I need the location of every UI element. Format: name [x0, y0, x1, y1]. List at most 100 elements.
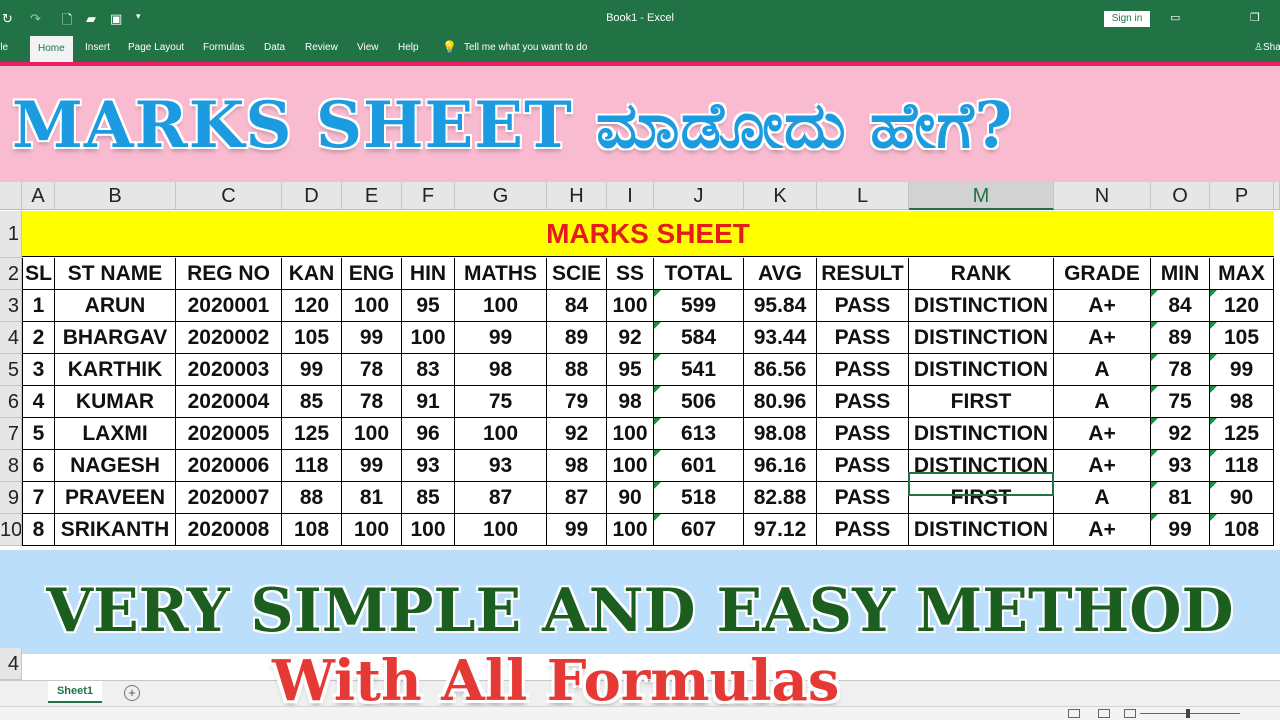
header-cell-i[interactable]: SS [607, 258, 654, 290]
table-cell[interactable]: A+ [1054, 418, 1151, 450]
table-cell[interactable]: 99 [547, 514, 607, 546]
error-indicator-icon[interactable] [1151, 386, 1158, 393]
row-header-1[interactable]: 1 [0, 211, 22, 258]
error-indicator-icon[interactable] [1151, 322, 1158, 329]
table-cell[interactable]: 120 [282, 290, 342, 322]
table-cell[interactable]: 95 [402, 290, 455, 322]
table-cell[interactable]: 100 [607, 418, 654, 450]
table-cell[interactable]: 87 [547, 482, 607, 514]
tell-me-search[interactable]: Tell me what you want to do [464, 42, 587, 53]
table-cell[interactable]: 93 [1151, 450, 1210, 482]
table-cell[interactable]: A+ [1054, 450, 1151, 482]
table-cell[interactable]: NAGESH [55, 450, 176, 482]
table-cell[interactable]: 100 [402, 322, 455, 354]
table-cell[interactable]: 2020003 [176, 354, 282, 386]
table-cell[interactable]: A [1054, 386, 1151, 418]
table-cell[interactable]: 89 [1151, 322, 1210, 354]
table-cell[interactable]: PASS [817, 450, 909, 482]
error-indicator-icon[interactable] [1210, 354, 1217, 361]
table-cell[interactable]: 97.12 [744, 514, 817, 546]
table-cell[interactable]: 7 [22, 482, 55, 514]
select-all-corner[interactable] [0, 182, 22, 210]
error-indicator-icon[interactable] [1210, 386, 1217, 393]
table-cell[interactable]: 86.56 [744, 354, 817, 386]
table-cell[interactable]: 90 [607, 482, 654, 514]
header-cell-l[interactable]: RESULT [817, 258, 909, 290]
column-header-overflow[interactable] [1274, 182, 1280, 210]
table-cell[interactable]: PASS [817, 386, 909, 418]
zoom-slider-thumb[interactable] [1186, 709, 1190, 718]
column-header-j[interactable]: J [654, 182, 744, 210]
header-cell-g[interactable]: MATHS [455, 258, 547, 290]
error-indicator-icon[interactable] [654, 290, 661, 297]
table-cell[interactable]: 6 [22, 450, 55, 482]
sheet-tab-sheet1[interactable]: Sheet1 [48, 681, 102, 703]
table-cell[interactable]: 2020002 [176, 322, 282, 354]
table-cell[interactable]: 78 [342, 354, 402, 386]
table-cell[interactable]: 80.96 [744, 386, 817, 418]
table-cell[interactable]: 89 [547, 322, 607, 354]
table-cell[interactable]: 613 [654, 418, 744, 450]
column-header-c[interactable]: C [176, 182, 282, 210]
open-folder-icon[interactable]: ▰ [86, 11, 96, 27]
table-cell[interactable]: 2020001 [176, 290, 282, 322]
table-cell[interactable]: A+ [1054, 322, 1151, 354]
column-header-h[interactable]: H [547, 182, 607, 210]
header-cell-f[interactable]: HIN [402, 258, 455, 290]
row-header-4[interactable]: 4 [0, 322, 22, 354]
header-cell-b[interactable]: ST NAME [55, 258, 176, 290]
table-cell[interactable]: 78 [342, 386, 402, 418]
table-cell[interactable]: 99 [1210, 354, 1274, 386]
column-header-o[interactable]: O [1151, 182, 1210, 210]
error-indicator-icon[interactable] [1210, 450, 1217, 457]
table-cell[interactable]: DISTINCTION [909, 514, 1054, 546]
table-cell[interactable]: 98 [607, 386, 654, 418]
header-cell-m[interactable]: RANK [909, 258, 1054, 290]
table-cell[interactable]: 93 [455, 450, 547, 482]
sheet-title-cell[interactable]: MARKS SHEET [22, 211, 1274, 257]
autosave-icon[interactable]: ↻ [2, 11, 13, 27]
table-cell[interactable]: 125 [282, 418, 342, 450]
table-cell[interactable]: 601 [654, 450, 744, 482]
table-cell[interactable]: 92 [547, 418, 607, 450]
error-indicator-icon[interactable] [1210, 322, 1217, 329]
header-cell-c[interactable]: REG NO [176, 258, 282, 290]
table-cell[interactable]: 85 [282, 386, 342, 418]
row-header-2[interactable]: 2 [0, 258, 22, 290]
table-cell[interactable]: 84 [547, 290, 607, 322]
table-cell[interactable]: SRIKANTH [55, 514, 176, 546]
row-header-3[interactable]: 3 [0, 290, 22, 322]
table-cell[interactable]: 81 [342, 482, 402, 514]
header-cell-n[interactable]: GRADE [1054, 258, 1151, 290]
table-cell[interactable]: 518 [654, 482, 744, 514]
table-cell[interactable]: 87 [455, 482, 547, 514]
error-indicator-icon[interactable] [654, 514, 661, 521]
column-header-a[interactable]: A [22, 182, 55, 210]
error-indicator-icon[interactable] [1210, 290, 1217, 297]
column-header-e[interactable]: E [342, 182, 402, 210]
table-cell[interactable]: 120 [1210, 290, 1274, 322]
page-break-view-icon[interactable] [1124, 709, 1136, 718]
table-cell[interactable]: 82.88 [744, 482, 817, 514]
tab-formulas[interactable]: Formulas [203, 42, 245, 53]
tab-review[interactable]: Review [305, 42, 338, 53]
row-header-9[interactable]: 9 [0, 482, 22, 514]
table-cell[interactable]: 99 [455, 322, 547, 354]
header-cell-p[interactable]: MAX [1210, 258, 1274, 290]
table-cell[interactable]: 1 [22, 290, 55, 322]
tab-file[interactable]: File [0, 42, 8, 53]
column-header-n[interactable]: N [1054, 182, 1151, 210]
column-header-m[interactable]: M [909, 182, 1054, 210]
table-cell[interactable]: A+ [1054, 514, 1151, 546]
error-indicator-icon[interactable] [654, 354, 661, 361]
table-cell[interactable]: 100 [607, 450, 654, 482]
table-cell[interactable]: 3 [22, 354, 55, 386]
table-cell[interactable]: FIRST [909, 386, 1054, 418]
header-cell-o[interactable]: MIN [1151, 258, 1210, 290]
table-cell[interactable]: 105 [282, 322, 342, 354]
table-cell[interactable]: 99 [282, 354, 342, 386]
table-cell[interactable]: 98 [1210, 386, 1274, 418]
header-cell-a[interactable]: SL [22, 258, 55, 290]
table-cell[interactable]: 4 [22, 386, 55, 418]
error-indicator-icon[interactable] [1151, 354, 1158, 361]
